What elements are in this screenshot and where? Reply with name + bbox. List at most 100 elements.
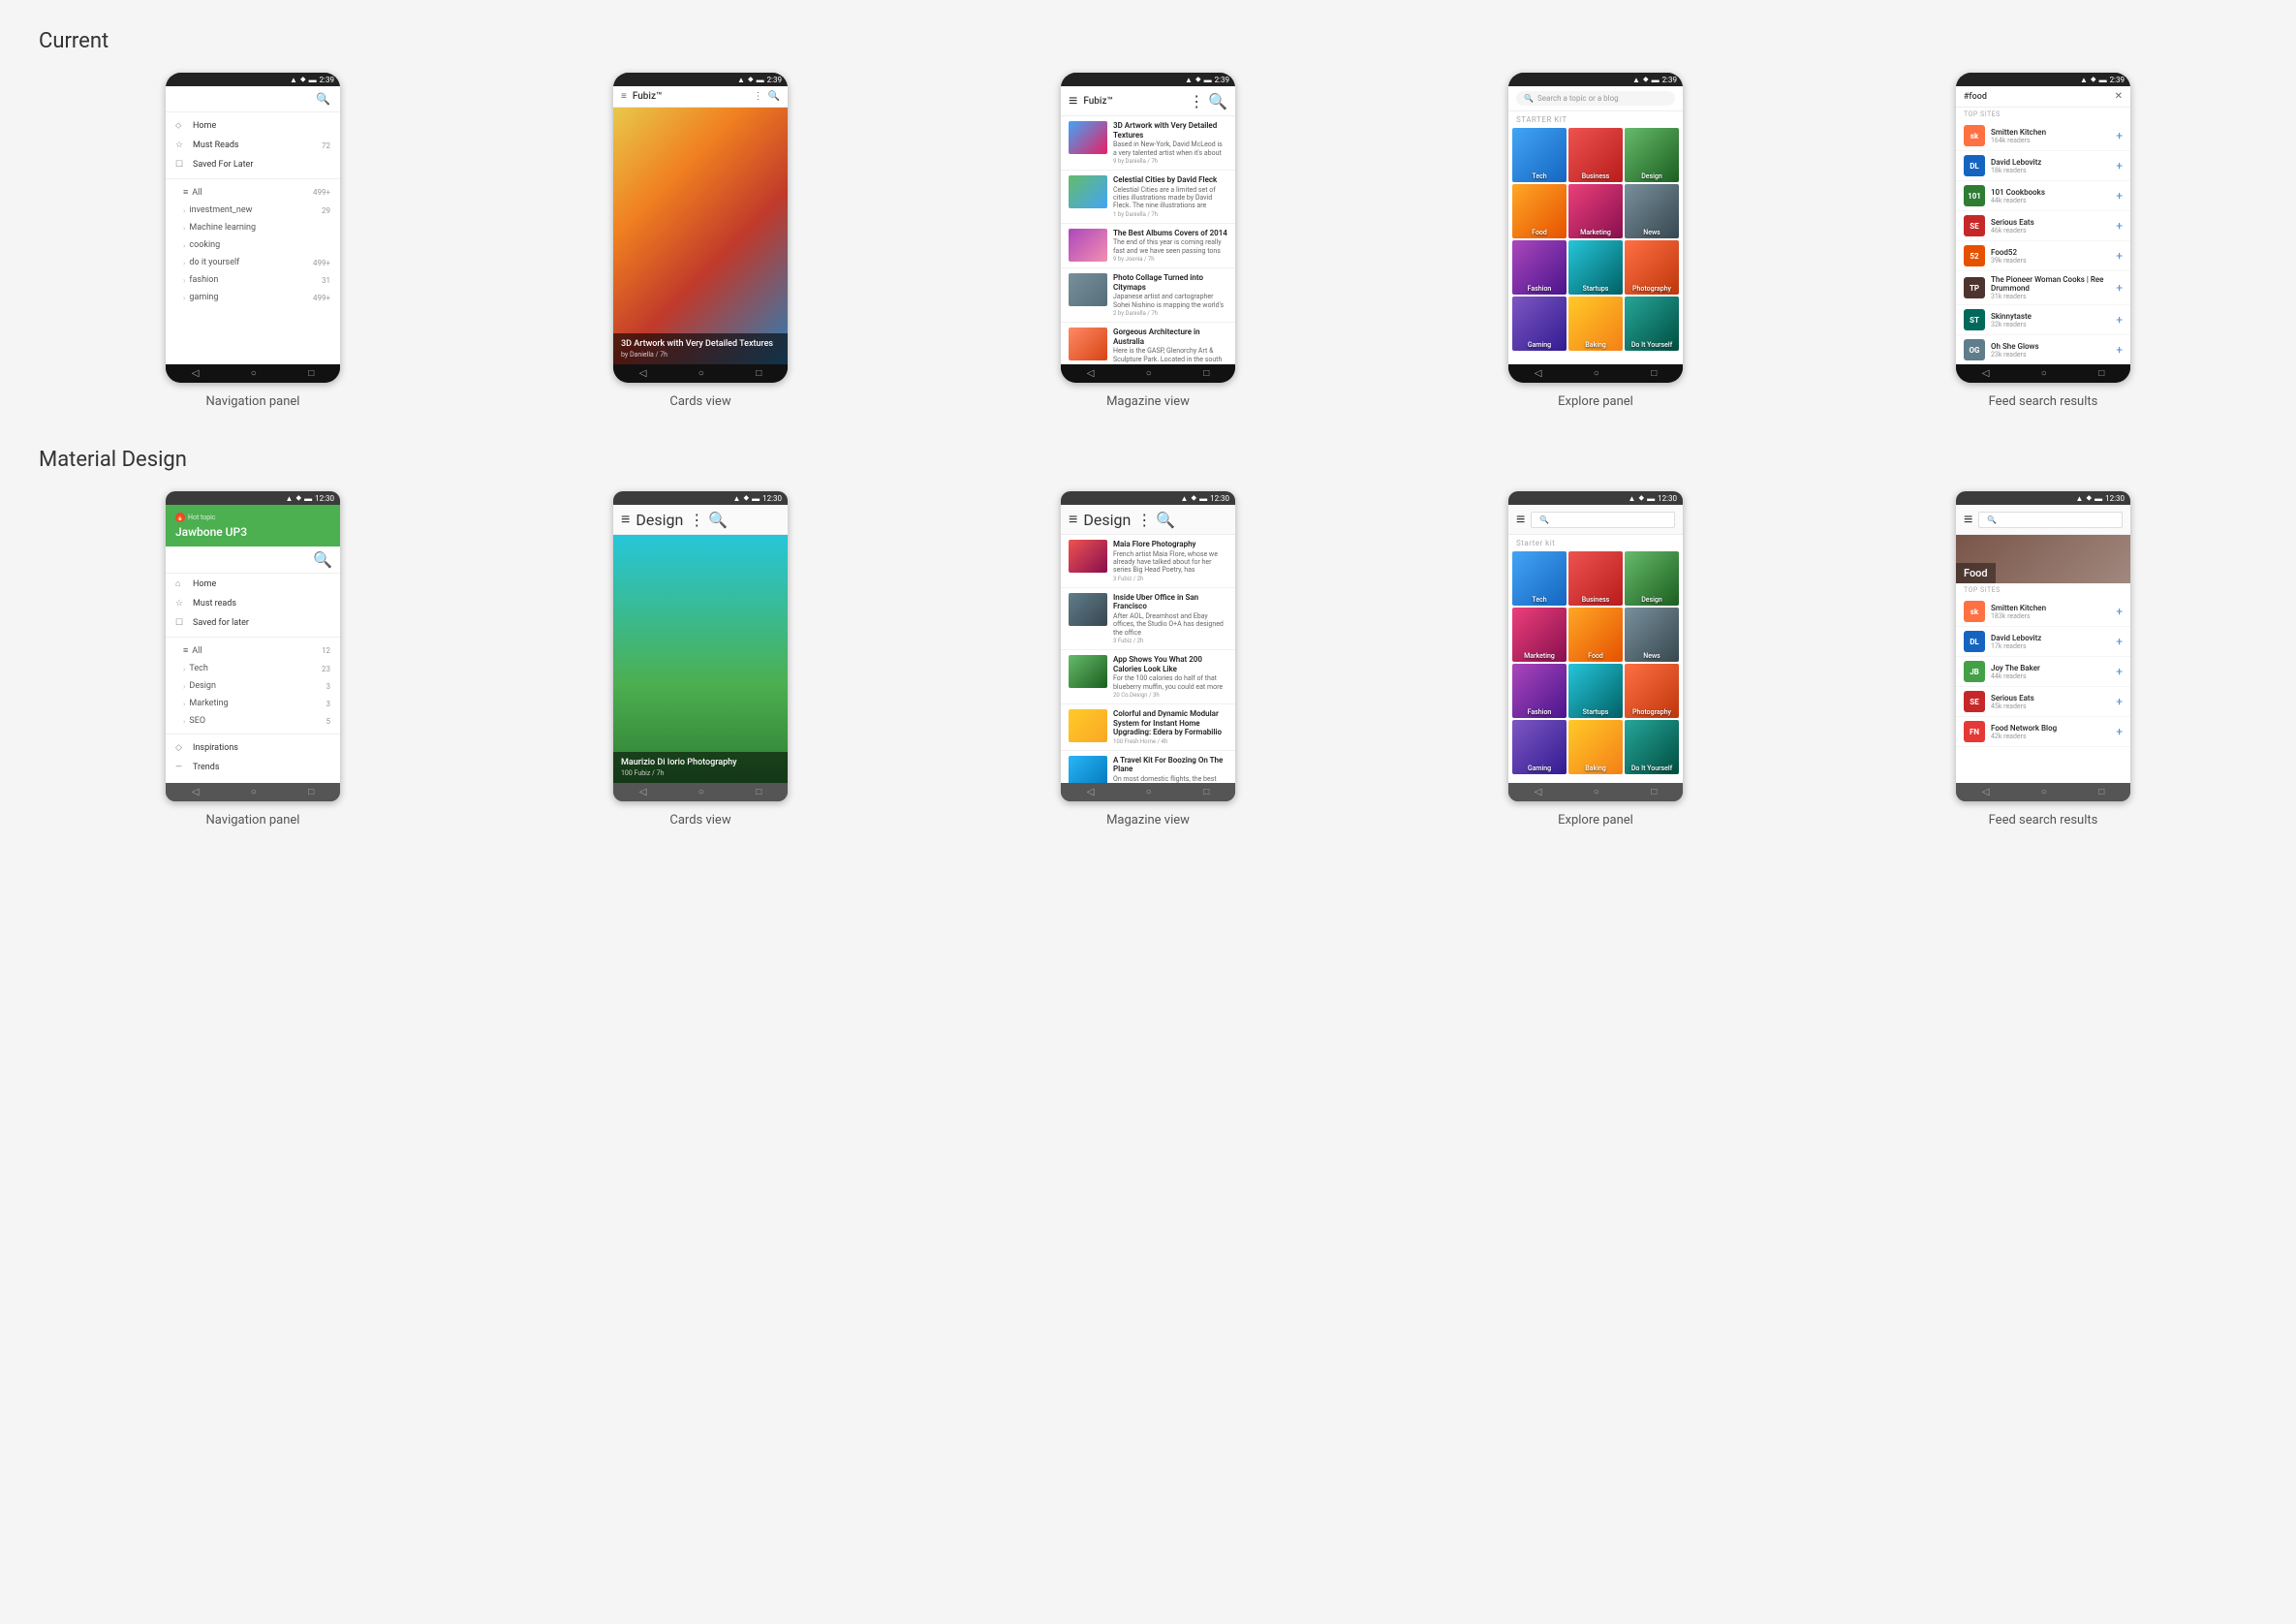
explore-search[interactable]: 🔍 Search a topic or a blog <box>1516 91 1675 106</box>
home-nav-icon[interactable]: ○ <box>251 368 257 379</box>
feed-site-pioneer[interactable]: TP The Pioneer Woman Cooks | Ree Drummon… <box>1956 271 2130 305</box>
mat-explore-cell-photography[interactable]: Photography <box>1625 664 1679 718</box>
explore-cell-baking[interactable]: Baking <box>1568 297 1623 351</box>
home-nav-icon-2[interactable]: ○ <box>698 368 704 379</box>
mat-add-icon-fn[interactable]: + <box>2116 725 2123 738</box>
feed-site-sk[interactable]: sk Smitten Kitchen 164k readers + <box>1956 121 2130 151</box>
add-icon-se[interactable]: + <box>2116 219 2123 233</box>
explore-cell-design[interactable]: Design <box>1625 128 1679 182</box>
mat-home-nav-icon-2[interactable]: ○ <box>698 787 704 797</box>
feed-site-skinny[interactable]: ST Skinnytaste 32k readers + <box>1956 305 2130 335</box>
home-nav-icon-3[interactable]: ○ <box>1146 368 1152 379</box>
feed-site-se[interactable]: SE Serious Eats 46k readers + <box>1956 211 2130 241</box>
mat-mag-menu-icon[interactable]: ≡ <box>1069 510 1077 529</box>
search-icon[interactable]: 🔍 <box>316 92 330 106</box>
recents-icon-4[interactable]: □ <box>1651 368 1657 379</box>
mat-mag-item-3[interactable]: App Shows You What 200 Calories Look Lik… <box>1061 650 1235 704</box>
back-icon[interactable]: ◁ <box>192 368 200 379</box>
explore-cell-food[interactable]: Food <box>1512 184 1567 238</box>
explore-cell-gaming[interactable]: Gaming <box>1512 297 1567 351</box>
nav-sub-diy[interactable]: › do it yourself 499+ <box>166 254 340 271</box>
mag-item-4[interactable]: Photo Collage Turned into Citymaps Japan… <box>1061 268 1235 323</box>
mat-recents-icon-4[interactable]: □ <box>1651 787 1657 797</box>
mat-back-icon-4[interactable]: ◁ <box>1535 787 1542 797</box>
back-icon-3[interactable]: ◁ <box>1087 368 1095 379</box>
mat-recents-icon-2[interactable]: □ <box>756 787 761 797</box>
mat-nav-sub-seo[interactable]: › SEO 5 <box>166 712 340 730</box>
nav-item-home[interactable]: ⬦ Home <box>166 116 340 136</box>
mat-back-icon-2[interactable]: ◁ <box>639 787 647 797</box>
mat-overflow-icon[interactable]: ⋮ <box>689 511 704 529</box>
back-icon-5[interactable]: ◁ <box>1982 368 1990 379</box>
mat-add-icon-joy[interactable]: + <box>2116 665 2123 678</box>
mat-nav-sub-design[interactable]: › Design 3 <box>166 677 340 695</box>
nav-sub-investment[interactable]: › investment_new 29 <box>166 202 340 219</box>
mag-item-5[interactable]: Gorgeous Architecture in Australia Here … <box>1061 323 1235 364</box>
explore-cell-marketing[interactable]: Marketing <box>1568 184 1623 238</box>
mat-mag-overflow-icon[interactable]: ⋮ <box>1136 511 1152 529</box>
mat-explore-cell-fashion[interactable]: Fashion <box>1512 664 1567 718</box>
feed-site-og[interactable]: OG Oh She Glows 23k readers + <box>1956 335 2130 364</box>
add-icon-pioneer[interactable]: + <box>2116 281 2123 295</box>
mat-feed-site-joy[interactable]: JB Joy The Baker 44k readers + <box>1956 657 2130 687</box>
mat-explore-cell-news[interactable]: News <box>1625 608 1679 662</box>
mat-add-icon-dl[interactable]: + <box>2116 635 2123 648</box>
home-nav-icon-5[interactable]: ○ <box>2041 368 2047 379</box>
mat-explore-cell-business[interactable]: Business <box>1568 551 1623 606</box>
mat-nav-item-home[interactable]: ⌂ Home <box>166 574 340 594</box>
mat-nav-sub-marketing[interactable]: › Marketing 3 <box>166 695 340 712</box>
add-icon-dl[interactable]: + <box>2116 159 2123 172</box>
mat-explore-cell-startups[interactable]: Startups <box>1568 664 1623 718</box>
feed-site-52[interactable]: 52 Food52 39k readers + <box>1956 241 2130 271</box>
mat-feed-site-fn[interactable]: FN Food Network Blog 42k readers + <box>1956 717 2130 747</box>
explore-cell-news[interactable]: News <box>1625 184 1679 238</box>
mat-nav-item-mustreads[interactable]: ☆ Must reads <box>166 594 340 613</box>
mat-feed-site-sk[interactable]: sk Smitten Kitchen 183k readers + <box>1956 597 2130 627</box>
mat-nav-item-trends[interactable]: — Trends <box>166 758 340 777</box>
nav-item-mustreads[interactable]: ☆ Must Reads 72 <box>166 136 340 155</box>
mat-recents-icon-1[interactable]: □ <box>308 787 314 797</box>
home-nav-icon-4[interactable]: ○ <box>1594 368 1599 379</box>
mag-menu-icon[interactable]: ≡ <box>1069 91 1077 110</box>
recents-icon-2[interactable]: □ <box>756 368 761 379</box>
mat-mag-item-4[interactable]: Colorful and Dynamic Modular System for … <box>1061 704 1235 751</box>
back-icon-2[interactable]: ◁ <box>639 368 647 379</box>
explore-cell-fashion[interactable]: Fashion <box>1512 240 1567 295</box>
mat-explore-cell-tech[interactable]: Tech <box>1512 551 1567 606</box>
mat-search-icon-cards[interactable]: 🔍 <box>708 511 728 529</box>
mag-search-icon[interactable]: 🔍 <box>1208 92 1227 110</box>
close-icon[interactable]: ✕ <box>2115 91 2123 102</box>
mat-mag-search-icon[interactable]: 🔍 <box>1156 511 1175 529</box>
mat-add-icon-sk[interactable]: + <box>2116 605 2123 618</box>
back-icon-4[interactable]: ◁ <box>1535 368 1542 379</box>
mat-back-icon-5[interactable]: ◁ <box>1982 787 1990 797</box>
mat-recents-icon-5[interactable]: □ <box>2098 787 2104 797</box>
mat-nav-sub-all[interactable]: ≡ All 12 <box>166 641 340 660</box>
mat-feed-search-input[interactable]: 🔍 <box>1978 512 2123 528</box>
mat-back-icon-3[interactable]: ◁ <box>1087 787 1095 797</box>
mat-home-nav-icon-1[interactable]: ○ <box>251 787 257 797</box>
add-icon-101[interactable]: + <box>2116 189 2123 203</box>
mat-home-nav-icon-4[interactable]: ○ <box>1594 787 1599 797</box>
nav-sub-cooking[interactable]: › cooking <box>166 236 340 254</box>
explore-cell-startups[interactable]: Startups <box>1568 240 1623 295</box>
mat-nav-item-saved[interactable]: ☐ Saved for later <box>166 613 340 633</box>
mat-explore-cell-design[interactable]: Design <box>1625 551 1679 606</box>
add-icon-sk[interactable]: + <box>2116 129 2123 142</box>
mat-explore-cell-gaming[interactable]: Gaming <box>1512 720 1567 774</box>
mat-explore-search[interactable]: 🔍 <box>1531 512 1675 528</box>
mat-nav-sub-tech[interactable]: › Tech 23 <box>166 660 340 677</box>
mat-feed-menu-icon[interactable]: ≡ <box>1964 510 1972 529</box>
nav-item-savedforlater[interactable]: ☐ Saved For Later <box>166 155 340 174</box>
mat-explore-cell-food[interactable]: Food <box>1568 608 1623 662</box>
mat-feed-site-dl[interactable]: DL David Lebovitz 17k readers + <box>1956 627 2130 657</box>
mat-back-icon-1[interactable]: ◁ <box>192 787 200 797</box>
recents-icon[interactable]: □ <box>308 368 314 379</box>
mat-explore-cell-diy[interactable]: Do It Yourself <box>1625 720 1679 774</box>
explore-cell-tech[interactable]: Tech <box>1512 128 1567 182</box>
mag-item-2[interactable]: Celestial Cities by David Fleck Celestia… <box>1061 171 1235 224</box>
explore-cell-photography[interactable]: Photography <box>1625 240 1679 295</box>
mat-explore-cell-baking[interactable]: Baking <box>1568 720 1623 774</box>
mat-mag-item-5[interactable]: A Travel Kit For Boozing On The Plane On… <box>1061 751 1235 783</box>
menu-icon[interactable]: ≡ <box>621 91 627 102</box>
